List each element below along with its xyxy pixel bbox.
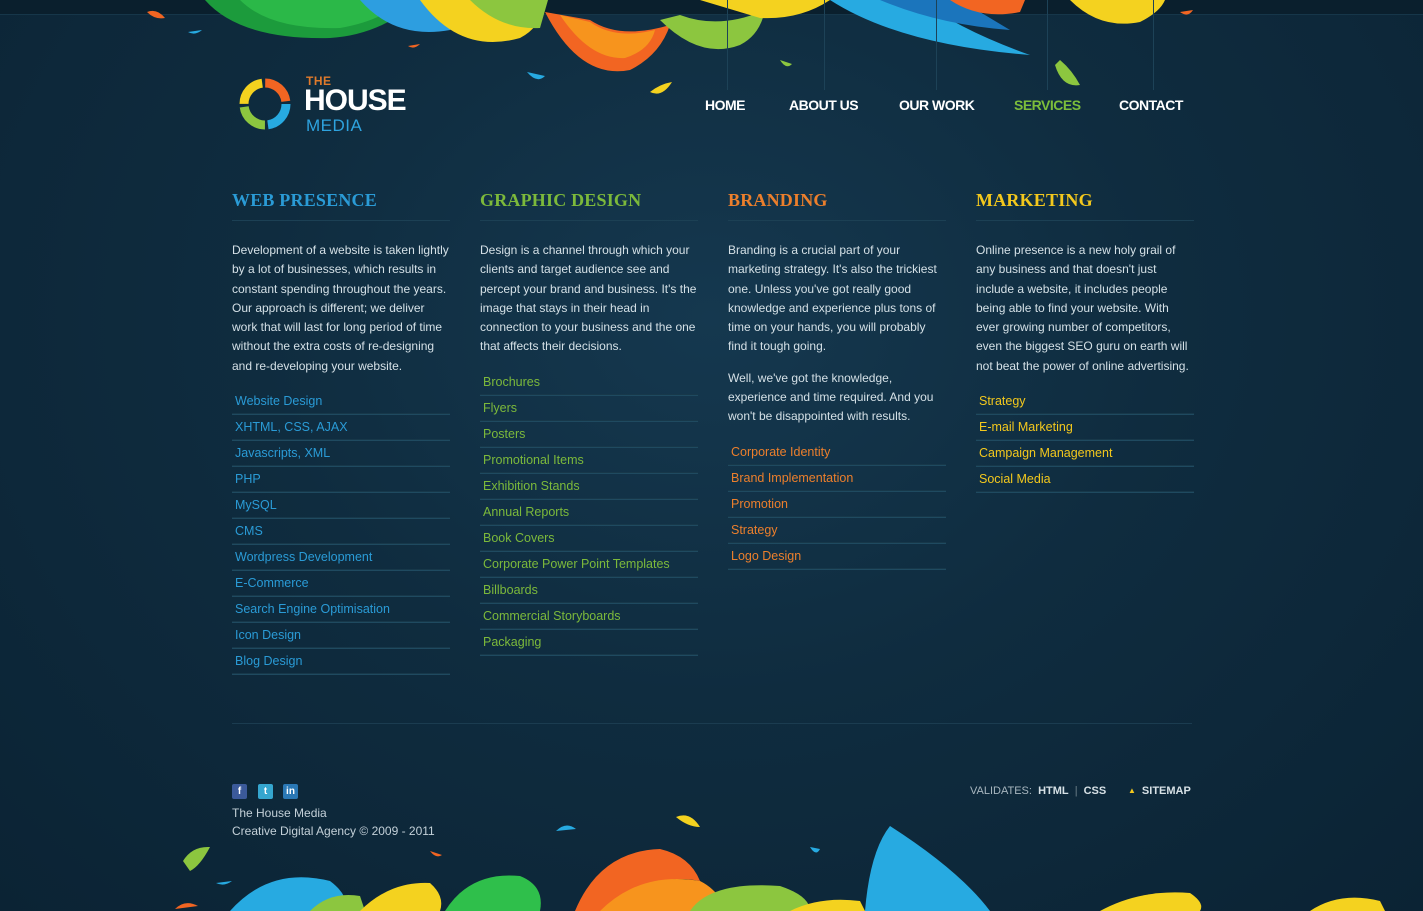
service-link[interactable]: Strategy (728, 517, 946, 543)
nav-divider (1047, 0, 1048, 90)
service-link[interactable]: Brochures (480, 369, 698, 395)
service-link[interactable]: Blog Design (232, 648, 450, 675)
column-title: MARKETING (976, 190, 1194, 221)
service-link[interactable]: Wordpress Development (232, 544, 450, 571)
service-list: Strategy E-mail Marketing Campaign Manag… (976, 388, 1194, 493)
column-description: Online presence is a new holy grail of a… (976, 243, 1189, 373)
service-link[interactable]: Corporate Power Point Templates (480, 551, 698, 577)
service-link[interactable]: Icon Design (232, 622, 450, 649)
service-link[interactable]: Annual Reports (480, 499, 698, 525)
nav-divider (824, 0, 825, 90)
arrow-up-icon: ▲ (1128, 786, 1136, 795)
footer-company: The House Media (232, 806, 327, 820)
nav-divider (1153, 0, 1154, 90)
service-link[interactable]: Commercial Storyboards (480, 603, 698, 629)
footer-divider (232, 723, 1192, 724)
column-web-presence: WEB PRESENCE Development of a website is… (232, 190, 450, 675)
validates-label: VALIDATES: (970, 785, 1032, 797)
service-link[interactable]: Logo Design (728, 543, 946, 569)
service-link[interactable]: Packaging (480, 629, 698, 655)
validates: VALIDATES: HTML | CSS (970, 785, 1106, 797)
top-strip (0, 0, 1423, 15)
nav-home[interactable]: HOME (705, 97, 746, 113)
service-link[interactable]: Exhibition Stands (480, 473, 698, 499)
service-link[interactable]: E-Commerce (232, 570, 450, 597)
column-graphic-design: GRAPHIC DESIGN Design is a channel throu… (480, 190, 698, 655)
service-link[interactable]: Website Design (232, 388, 450, 415)
service-link[interactable]: Strategy (976, 388, 1194, 415)
service-link[interactable]: Posters (480, 421, 698, 447)
main-nav: HOME ABOUT US OUR WORK SERVICES CONTACT (0, 0, 1423, 117)
nav-divider (727, 0, 728, 90)
service-link[interactable]: CMS (232, 518, 450, 545)
service-list: Corporate Identity Brand Implementation … (728, 439, 946, 569)
service-link[interactable]: Social Media (976, 466, 1194, 493)
service-link[interactable]: Corporate Identity (728, 439, 946, 465)
bottom-ribbon-decoration (175, 815, 1385, 911)
sitemap-label: SITEMAP (1141, 785, 1191, 797)
nav-contact[interactable]: CONTACT (1119, 97, 1183, 113)
service-link[interactable]: Brand Implementation (728, 465, 946, 491)
service-link[interactable]: Book Covers (480, 525, 698, 551)
facebook-icon[interactable]: f (232, 784, 247, 799)
service-link[interactable]: Flyers (480, 395, 698, 421)
column-title: GRAPHIC DESIGN (480, 190, 698, 221)
nav-about-us[interactable]: ABOUT US (789, 97, 859, 113)
column-description: Development of a website is taken lightl… (232, 243, 449, 373)
linkedin-icon[interactable]: in (283, 784, 298, 799)
column-description: Design is a channel through which your c… (480, 243, 697, 354)
service-link[interactable]: Promotion (728, 491, 946, 517)
service-link[interactable]: MySQL (232, 492, 450, 519)
column-branding: BRANDING Branding is a crucial part of y… (728, 190, 946, 569)
service-list: Website Design XHTML, CSS, AJAX Javascri… (232, 388, 450, 675)
column-description-2: Well, we've got the knowledge, experienc… (728, 370, 934, 424)
validate-html-link[interactable]: HTML (1038, 785, 1069, 797)
logo-media: MEDIA (306, 116, 363, 135)
validate-css-link[interactable]: CSS (1084, 785, 1107, 797)
sitemap-link[interactable]: ▲ SITEMAP (1128, 785, 1191, 797)
nav-divider (936, 0, 937, 90)
validates-separator: | (1074, 785, 1078, 797)
column-title: WEB PRESENCE (232, 190, 450, 221)
service-link[interactable]: Promotional Items (480, 447, 698, 473)
service-list: Brochures Flyers Posters Promotional Ite… (480, 369, 698, 655)
service-link[interactable]: Search Engine Optimisation (232, 596, 450, 623)
service-link[interactable]: XHTML, CSS, AJAX (232, 414, 450, 441)
nav-services[interactable]: SERVICES (1014, 97, 1081, 113)
column-description: Branding is a crucial part of your marke… (728, 243, 937, 354)
service-link[interactable]: Campaign Management (976, 440, 1194, 467)
nav-our-work[interactable]: OUR WORK (899, 97, 975, 113)
column-title: BRANDING (728, 190, 946, 221)
service-link[interactable]: PHP (232, 466, 450, 493)
column-marketing: MARKETING Online presence is a new holy … (976, 190, 1194, 493)
footer-copyright: Creative Digital Agency © 2009 - 2011 (232, 824, 435, 838)
service-link[interactable]: Billboards (480, 577, 698, 603)
service-link[interactable]: E-mail Marketing (976, 414, 1194, 441)
service-link[interactable]: Javascripts, XML (232, 440, 450, 467)
twitter-icon[interactable]: t (258, 784, 273, 799)
